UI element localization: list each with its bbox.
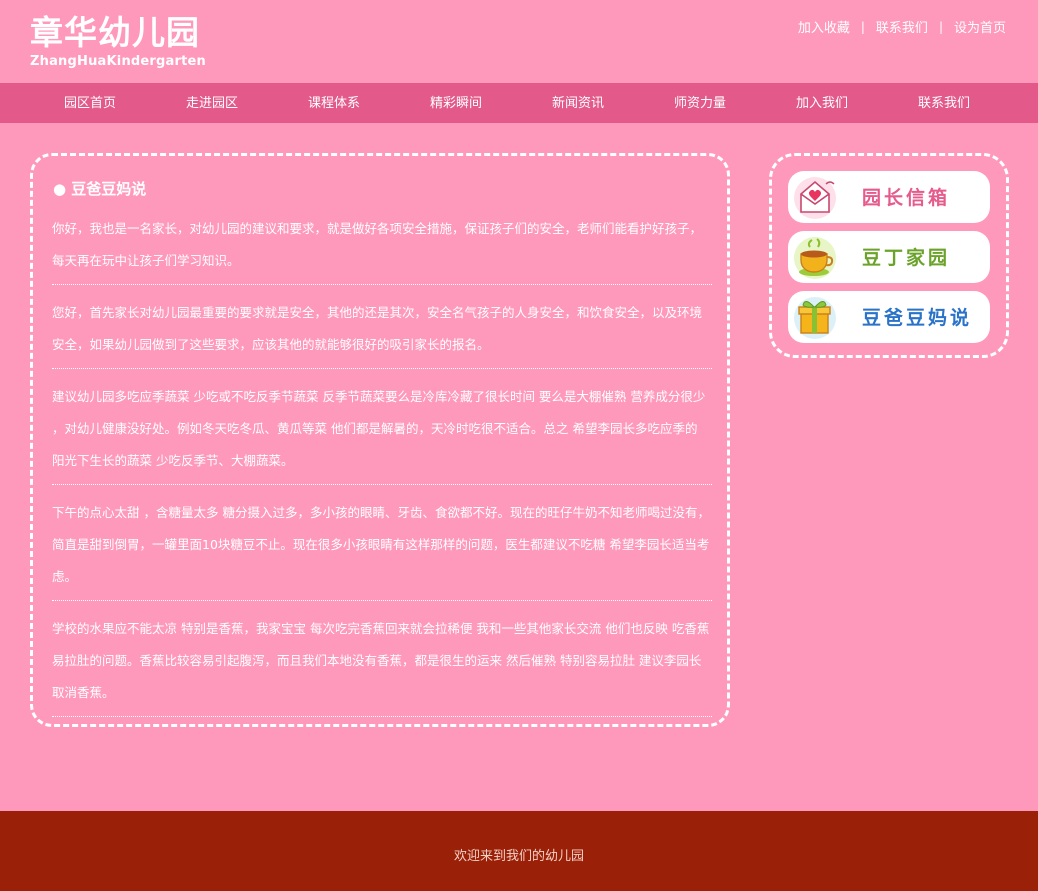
logo-title: 章华幼儿园 bbox=[30, 13, 200, 52]
comment-list: 你好，我也是一名家长，对幼儿园的建议和要求，就是做好各项安全措施，保证孩子们的安… bbox=[52, 213, 712, 729]
parents-say-label: 豆爸豆妈说 bbox=[862, 307, 973, 329]
footer: 欢迎来到我们的幼儿园 bbox=[0, 811, 1038, 891]
parents-say-panel: ● 豆爸豆妈说 你好，我也是一名家长，对幼儿园的建议和要求，就是做好各项安全措施… bbox=[30, 153, 730, 727]
comment-paragraph: 建议幼儿园多吃应季蔬菜 少吃或不吃反季节蔬菜 反季节蔬菜要么是冷库冷藏了很长时间… bbox=[52, 381, 712, 485]
main-nav: 园区首页 走进园区 课程体系 精彩瞬间 新闻资讯 师资力量 加入我们 联系我们 bbox=[0, 83, 1038, 123]
principal-mailbox-label: 园长信箱 bbox=[862, 187, 951, 209]
comment-paragraph: 下午的点心太甜 ，含糖量太多 糖分摄入过多，多小孩的眼睛、牙齿、食欲都不好。现在… bbox=[52, 497, 712, 601]
comment-paragraph: 学校的水果应不能太凉 特别是香蕉，我家宝宝 每次吃完香蕉回来就会拉稀便 我和一些… bbox=[52, 613, 712, 717]
principal-mailbox-button[interactable]: 园长信箱 bbox=[788, 171, 990, 223]
logo-subtitle: ZhangHuaKindergarten bbox=[30, 54, 207, 69]
parents-say-button[interactable]: 豆爸豆妈说 bbox=[788, 291, 990, 343]
add-favorite-link[interactable]: 加入收藏 bbox=[798, 17, 850, 36]
nav-item-teachers[interactable]: 师资力量 bbox=[639, 83, 761, 123]
kids-home-button[interactable]: 豆丁家园 bbox=[788, 231, 990, 283]
top-links: 加入收藏 | 联系我们 | 设为首页 bbox=[798, 17, 1006, 37]
link-separator: | bbox=[938, 19, 943, 34]
set-homepage-link[interactable]: 设为首页 bbox=[954, 17, 1006, 36]
gift-box-icon bbox=[794, 297, 836, 339]
sidebar-panel: 园长信箱 豆丁家园 豆爸豆妈说 bbox=[769, 153, 1009, 358]
envelope-heart-icon bbox=[794, 177, 836, 219]
nav-item-moments[interactable]: 精彩瞬间 bbox=[395, 83, 517, 123]
teacup-icon bbox=[794, 237, 836, 279]
header: 章华幼儿园 ZhangHuaKindergarten 加入收藏 | 联系我们 |… bbox=[0, 0, 1038, 83]
logo[interactable]: 章华幼儿园 ZhangHuaKindergarten bbox=[30, 14, 206, 70]
section-title: ● 豆爸豆妈说 bbox=[53, 180, 147, 198]
nav-item-news[interactable]: 新闻资讯 bbox=[517, 83, 639, 123]
nav-item-join[interactable]: 加入我们 bbox=[761, 83, 883, 123]
comment-paragraph: 你好，我也是一名家长，对幼儿园的建议和要求，就是做好各项安全措施，保证孩子们的安… bbox=[52, 213, 712, 285]
link-separator: | bbox=[860, 19, 865, 34]
nav-item-about[interactable]: 走进园区 bbox=[151, 83, 273, 123]
kids-home-label: 豆丁家园 bbox=[862, 247, 951, 269]
contact-us-link[interactable]: 联系我们 bbox=[876, 17, 928, 36]
nav-item-contact[interactable]: 联系我们 bbox=[883, 83, 1005, 123]
footer-text: 欢迎来到我们的幼儿园 bbox=[453, 849, 584, 864]
comment-paragraph: 您好，首先家长对幼儿园最重要的要求就是安全，其他的还是其次，安全名气孩子的人身安… bbox=[52, 297, 712, 369]
nav-item-home[interactable]: 园区首页 bbox=[29, 83, 151, 123]
nav-item-curriculum[interactable]: 课程体系 bbox=[273, 83, 395, 123]
